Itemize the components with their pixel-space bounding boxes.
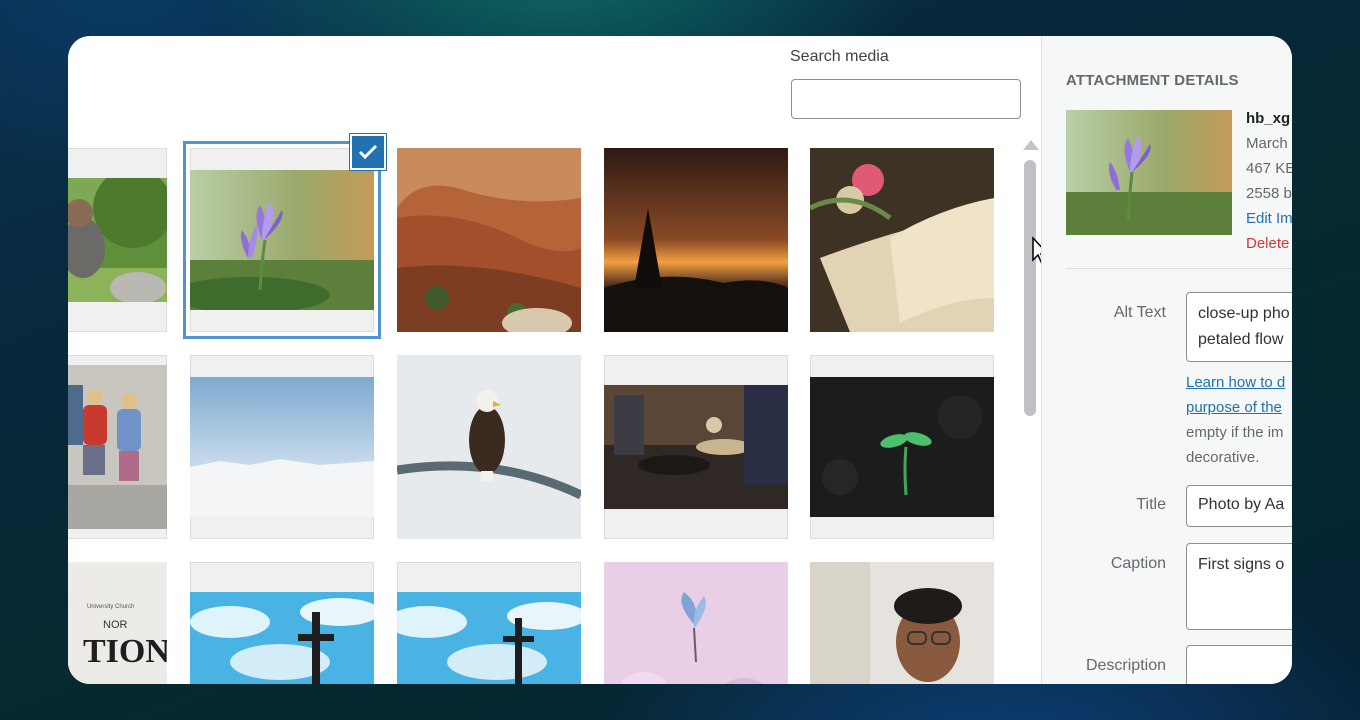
search-media-input[interactable]	[791, 79, 1021, 119]
media-item[interactable]	[810, 562, 994, 684]
caption-value: First signs o	[1198, 556, 1285, 573]
alt-text-help-text: empty if the im	[1186, 424, 1284, 441]
media-item[interactable]	[190, 562, 374, 684]
attachment-filesize: 467 KE	[1246, 160, 1292, 177]
alt-text-help-text: decorative.	[1186, 449, 1260, 466]
bald-eagle-image	[397, 355, 581, 539]
learn-alt-text-link[interactable]: Learn how to d	[1186, 370, 1285, 395]
learn-alt-text-link[interactable]: purpose of the	[1186, 395, 1285, 420]
attachment-dimensions: 2558 b	[1246, 185, 1292, 202]
crocus-flower-image	[190, 170, 374, 310]
title-label: Title	[1136, 496, 1166, 513]
attachment-details-sidebar: ATTACHMENT DETAILS hb_xg March 467 KE 25…	[1041, 36, 1292, 684]
scroll-up-arrow-icon[interactable]	[1023, 140, 1039, 150]
delete-permanently-link[interactable]: Delete	[1246, 231, 1292, 256]
caption-field[interactable]: First signs o	[1186, 543, 1292, 630]
children-backpacks-image	[68, 365, 167, 529]
media-grid: University Church NOR TION	[68, 136, 1018, 684]
attachment-filename: hb_xg	[1246, 110, 1291, 127]
cross-sky-image	[397, 592, 581, 684]
selected-checkmark-button[interactable]	[350, 134, 386, 170]
description-field[interactable]	[1186, 645, 1292, 684]
media-item[interactable]	[397, 562, 581, 684]
media-item[interactable]	[397, 355, 581, 539]
checkmark-icon	[358, 144, 378, 160]
media-item[interactable]	[68, 355, 167, 539]
flyer-medium-text: NOR	[103, 619, 128, 631]
flyer-small-text: University Church	[87, 604, 134, 610]
sunset-image	[604, 148, 788, 332]
alt-text-label: Alt Text	[1113, 304, 1166, 321]
attachment-details-heading: ATTACHMENT DETAILS	[1066, 72, 1239, 89]
man-with-glasses-image	[810, 562, 994, 684]
media-item[interactable]	[604, 148, 788, 332]
attachment-metadata: hb_xg March 467 KE 2558 b Edit Im Delete	[1246, 106, 1292, 256]
alt-text-help: Learn how to d purpose of the empty if t…	[1186, 370, 1285, 470]
media-item-selected[interactable]	[183, 141, 381, 339]
edit-image-link[interactable]: Edit Im	[1246, 206, 1292, 231]
snowy-landscape-image	[190, 377, 374, 517]
media-item[interactable]	[68, 148, 167, 332]
canyon-image	[397, 148, 581, 332]
media-item[interactable]	[604, 355, 788, 539]
media-item[interactable]	[190, 355, 374, 539]
title-value: Photo by Aa	[1198, 496, 1285, 513]
seedling-image	[810, 377, 994, 517]
event-flyer-image: University Church NOR TION	[68, 562, 167, 684]
book-with-tulips-image	[810, 148, 994, 332]
alt-text-line: close-up pho	[1198, 305, 1290, 322]
sidebar-divider	[1066, 268, 1292, 269]
attachment-thumbnail	[1066, 110, 1232, 235]
media-item[interactable]	[810, 148, 994, 332]
buffet-line-image	[604, 385, 788, 509]
alt-text-line: petaled flow	[1198, 331, 1284, 348]
media-item[interactable]: University Church NOR TION	[68, 562, 167, 684]
media-item[interactable]	[397, 148, 581, 332]
scrollbar-thumb[interactable]	[1024, 160, 1036, 416]
caption-label: Caption	[1110, 555, 1166, 572]
butterfly-image	[604, 562, 788, 684]
media-item[interactable]	[604, 562, 788, 684]
attachment-date: March	[1246, 135, 1288, 152]
man-on-grass-image	[68, 178, 167, 302]
cross-sky-image	[190, 592, 374, 684]
alt-text-field[interactable]: close-up pho petaled flow	[1186, 292, 1292, 362]
search-media-label: Search media	[790, 48, 889, 65]
media-library-modal: Search media University Church NOR TION …	[68, 36, 1292, 684]
media-item[interactable]	[810, 355, 994, 539]
title-field[interactable]: Photo by Aa	[1186, 485, 1292, 527]
flyer-large-text: TION	[83, 633, 167, 670]
description-label: Description	[1085, 657, 1166, 674]
